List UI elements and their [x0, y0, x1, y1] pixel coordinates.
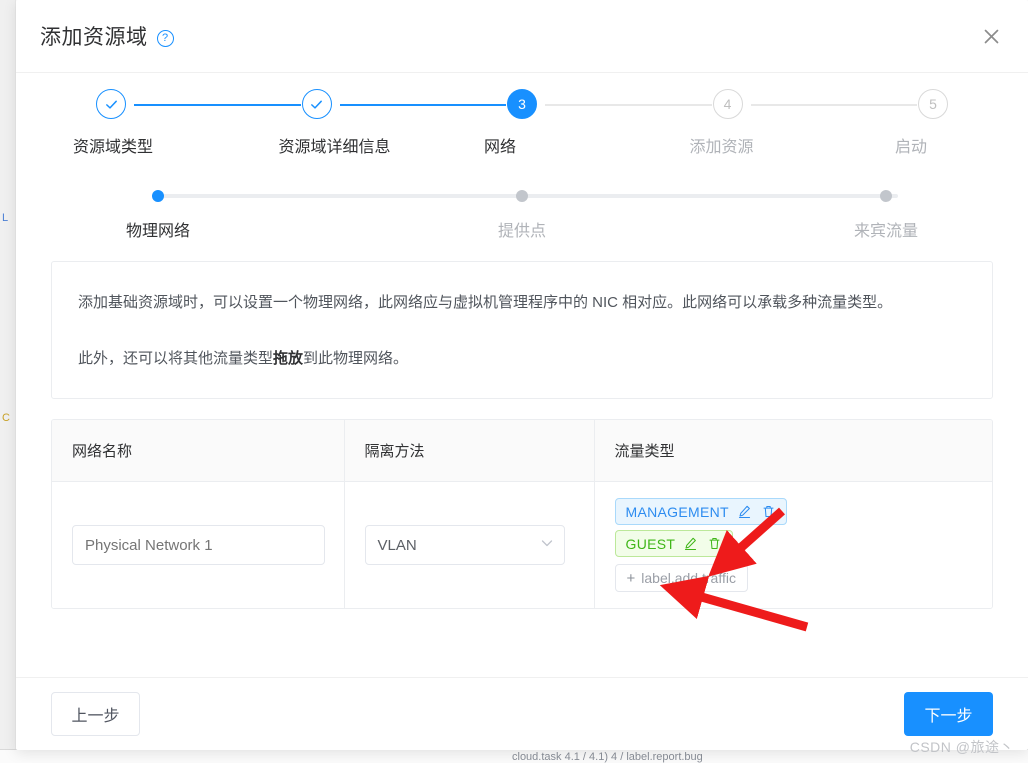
- step-label-4: 添加资源: [689, 139, 754, 156]
- add-zone-dialog: 添加资源域 ? 资源域类型 资源域详细信息 3 网络 4 添加资源 5 启动 物…: [16, 0, 1028, 750]
- question-circle-icon[interactable]: ?: [156, 29, 174, 47]
- info-paragraph-2-emphasis: 拖放: [273, 350, 304, 367]
- isolation-method-select[interactable]: VLAN: [364, 525, 565, 565]
- substep-pod[interactable]: 提供点: [437, 175, 607, 241]
- trash-icon[interactable]: [761, 504, 776, 519]
- step-label-5: 启动: [895, 139, 928, 156]
- traffic-tag-guest-label: GUEST: [625, 535, 676, 552]
- step-add-resources[interactable]: 4 添加资源: [689, 89, 917, 157]
- chevron-down-icon: [540, 536, 554, 554]
- substep-dot-2: [516, 190, 528, 202]
- screen: L C cloud.task 4.1 / 4.1) 4 / label.repo…: [0, 0, 1028, 763]
- plus-icon: +: [626, 569, 636, 587]
- table-row: VLAN: [52, 481, 992, 608]
- substep-label-2: 提供点: [497, 223, 546, 240]
- info-paragraph-2: 此外，还可以将其他流量类型拖放到此物理网络。: [78, 344, 966, 374]
- substep-physical-network[interactable]: 物理网络: [73, 175, 243, 241]
- traffic-tag-management-label: MANAGEMENT: [625, 503, 729, 520]
- column-header-isolation-method: 隔离方法: [344, 420, 595, 482]
- substep-dot-1: [152, 190, 164, 202]
- traffic-tag-guest[interactable]: GUEST: [614, 530, 734, 557]
- next-step-button[interactable]: 下一步: [904, 692, 993, 736]
- step-zone-details[interactable]: 资源域详细信息: [278, 89, 506, 157]
- network-name-input[interactable]: [72, 525, 325, 565]
- info-paragraph-2-part-a: 此外，还可以将其他流量类型: [78, 350, 274, 367]
- step-connector: [339, 104, 506, 106]
- add-traffic-button[interactable]: + label.add.traffic: [614, 564, 748, 592]
- cell-traffic-types: MANAGEMENT GUEST + label.add.traffic: [594, 481, 992, 608]
- background-left-strip: [0, 0, 16, 763]
- cell-network-name: [52, 481, 345, 608]
- traffic-tag-management[interactable]: MANAGEMENT: [614, 498, 787, 525]
- step-zone-type[interactable]: 资源域类型: [73, 89, 301, 157]
- network-substepper: 物理网络 提供点 来宾流量: [73, 175, 971, 247]
- dialog-header: 添加资源域 ?: [16, 0, 1028, 73]
- physical-networks-table: 网络名称 隔离方法 流量类型 VLAN: [51, 419, 993, 609]
- info-paragraph-1: 添加基础资源域时，可以设置一个物理网络，此网络应与虚拟机管理程序中的 NIC 相…: [78, 294, 893, 311]
- isolation-method-value: VLAN: [377, 536, 417, 554]
- step-connector: [750, 104, 917, 106]
- step-circle-3: 3: [507, 89, 537, 119]
- dialog-footer: 上一步 下一步: [16, 677, 1028, 750]
- pencil-icon[interactable]: [737, 504, 752, 519]
- background-hint-1: L: [2, 212, 9, 224]
- previous-step-button[interactable]: 上一步: [51, 692, 140, 736]
- traffic-tag-management-actions: [737, 504, 776, 519]
- cell-isolation-method: VLAN: [344, 481, 595, 608]
- background-hint-2: C: [2, 412, 10, 424]
- step-circle-2: [301, 89, 332, 119]
- traffic-tag-guest-actions: [683, 536, 722, 551]
- info-paragraph-2-part-c: 到此物理网络。: [303, 350, 409, 367]
- step-circle-4: 4: [712, 89, 743, 119]
- stepper-row: 资源域类型 资源域详细信息 3 网络 4 添加资源 5 启动: [73, 89, 971, 157]
- pencil-icon[interactable]: [683, 536, 698, 551]
- trash-icon[interactable]: [707, 536, 722, 551]
- substep-label-3: 来宾流量: [853, 223, 918, 240]
- table-header-row: 网络名称 隔离方法 流量类型: [52, 420, 992, 482]
- close-icon[interactable]: [974, 19, 1008, 53]
- dialog-body: 资源域类型 资源域详细信息 3 网络 4 添加资源 5 启动 物理网络 提供点 …: [16, 73, 1028, 677]
- substepper-row: 物理网络 提供点 来宾流量: [73, 175, 971, 241]
- substep-guest-traffic[interactable]: 来宾流量: [801, 175, 971, 241]
- info-panel: 添加基础资源域时，可以设置一个物理网络，此网络应与虚拟机管理程序中的 NIC 相…: [51, 261, 993, 399]
- step-label-2: 资源域详细信息: [278, 139, 391, 156]
- step-network[interactable]: 3 网络: [484, 89, 712, 157]
- column-header-traffic-types: 流量类型: [594, 420, 992, 482]
- traffic-type-tag-list: MANAGEMENT GUEST + label.add.traffic: [614, 498, 973, 592]
- step-label-1: 资源域类型: [73, 139, 154, 156]
- background-bottom-bar: cloud.task 4.1 / 4.1) 4 / label.report.b…: [0, 749, 1028, 763]
- column-header-network-name: 网络名称: [52, 420, 345, 482]
- page-title: 添加资源域: [40, 26, 148, 49]
- step-label-3: 网络: [484, 139, 517, 156]
- substep-dot-3: [880, 190, 892, 202]
- step-circle-5: 5: [918, 89, 948, 119]
- background-bottom-text: cloud.task 4.1 / 4.1) 4 / label.report.b…: [512, 751, 703, 763]
- step-circle-1: [96, 89, 126, 119]
- substep-label-1: 物理网络: [125, 223, 190, 240]
- step-connector: [134, 104, 301, 106]
- step-launch[interactable]: 5 启动: [895, 89, 971, 157]
- wizard-stepper: 资源域类型 资源域详细信息 3 网络 4 添加资源 5 启动: [73, 73, 971, 165]
- add-traffic-label: label.add.traffic: [641, 570, 736, 586]
- step-connector: [545, 104, 712, 106]
